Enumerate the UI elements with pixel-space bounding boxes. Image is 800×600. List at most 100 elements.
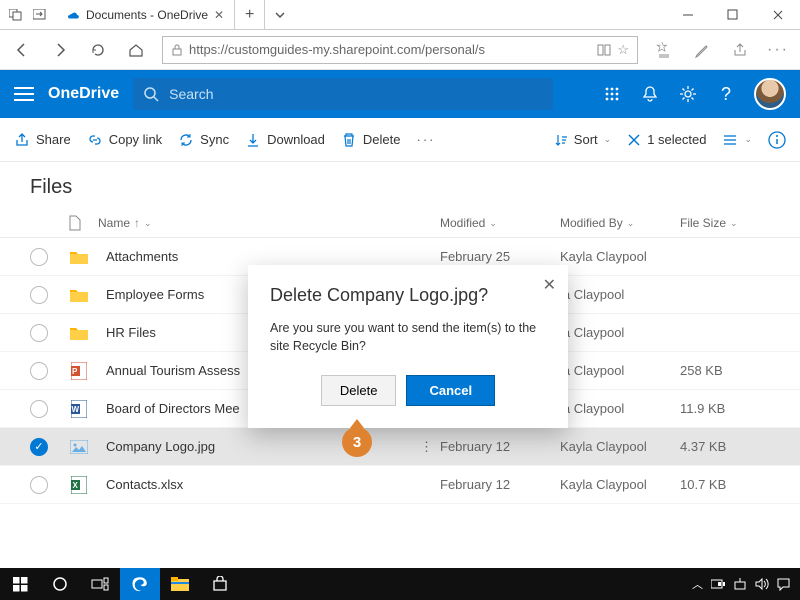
user-avatar[interactable] [754,78,786,110]
view-options-button[interactable]: ⌄ [722,133,752,147]
dialog-delete-button[interactable]: Delete [321,375,397,406]
row-select[interactable] [30,324,48,342]
file-modified: February 12 [440,477,560,492]
download-button[interactable]: Download [245,132,325,148]
command-bar: Share Copy link Sync Download Delete ···… [0,118,800,162]
favorites-icon[interactable] [652,38,676,62]
edge-taskbar-icon[interactable] [120,568,160,600]
excel-icon: X [68,476,90,494]
file-name[interactable]: Contacts.xlsx [106,477,420,492]
sort-button[interactable]: Sort ⌄ [554,132,611,147]
chevron-down-icon: ⌄ [744,134,752,145]
sync-button[interactable]: Sync [178,132,229,148]
breadcrumb[interactable]: Files [0,162,800,209]
tray-chevron-icon[interactable]: ︿ [692,576,703,592]
notes-icon[interactable] [690,38,714,62]
volume-icon[interactable] [755,578,769,590]
refresh-button[interactable] [86,38,110,62]
minimize-button[interactable] [665,0,710,29]
selected-count[interactable]: 1 selected [627,132,706,147]
delete-button[interactable]: Delete [341,132,401,148]
task-view-icon[interactable] [80,568,120,600]
svg-text:P: P [72,367,78,376]
windows-taskbar: ︿ [0,568,800,600]
clear-selection-icon [627,133,641,147]
row-select[interactable] [30,476,48,494]
cortana-icon[interactable] [40,568,80,600]
file-modified-by: la Claypool [560,287,680,302]
set-aside-icon[interactable] [30,5,50,25]
close-tab-icon[interactable]: ✕ [214,8,224,22]
search-box[interactable] [133,78,553,110]
file-size: 4.37 KB [680,439,770,454]
word-icon: W [68,400,90,418]
row-select[interactable]: ✓ [30,438,48,456]
home-button[interactable] [124,38,148,62]
lock-icon [171,44,183,56]
explorer-taskbar-icon[interactable] [160,568,200,600]
row-more-icon[interactable]: ⋮ [420,439,440,455]
overflow-button[interactable]: ··· [416,132,435,147]
store-taskbar-icon[interactable] [200,568,240,600]
dialog-title: Delete Company Logo.jpg? [270,285,546,306]
ppt-icon: P [68,362,90,380]
forward-button[interactable] [48,38,72,62]
file-name[interactable]: Company Logo.jpg [106,439,420,454]
system-tray[interactable]: ︿ [692,576,800,592]
notifications-icon[interactable] [640,84,660,104]
dialog-close-icon[interactable]: ✕ [543,275,556,295]
table-row[interactable]: XContacts.xlsxFebruary 12Kayla Claypool1… [0,466,800,504]
column-size[interactable]: File Size ⌄ [680,216,770,230]
share-page-icon[interactable] [728,38,752,62]
table-row[interactable]: ✓Company Logo.jpg⋮February 12Kayla Clayp… [0,428,800,466]
image-icon [68,440,90,454]
file-modified: February 12 [440,439,560,454]
maximize-button[interactable] [710,0,755,29]
tab-chevron-icon[interactable] [265,0,295,29]
row-select[interactable] [30,400,48,418]
help-icon[interactable]: ? [716,84,736,104]
more-icon[interactable]: ··· [766,38,790,62]
action-center-icon[interactable] [777,578,790,591]
column-modified[interactable]: Modified ⌄ [440,216,560,230]
start-button[interactable] [0,568,40,600]
url-input[interactable] [189,42,591,57]
chevron-down-icon: ⌄ [604,134,612,145]
svg-text:W: W [72,405,80,414]
browser-tab[interactable]: Documents - OneDrive ✕ [56,0,235,29]
row-select[interactable] [30,362,48,380]
onedrive-favicon-icon [66,8,80,22]
favorite-icon[interactable]: ☆ [617,42,629,58]
copy-link-button[interactable]: Copy link [87,132,162,148]
info-button[interactable] [768,131,786,149]
file-modified-by: la Claypool [560,401,680,416]
dialog-cancel-button[interactable]: Cancel [406,375,495,406]
close-window-button[interactable] [755,0,800,29]
settings-icon[interactable] [678,84,698,104]
file-size: 258 KB [680,363,770,378]
battery-icon[interactable] [711,578,725,590]
file-modified-by: Kayla Claypool [560,249,680,264]
folder-icon [68,326,90,340]
network-icon[interactable] [733,578,747,590]
column-modified-by[interactable]: Modified By ⌄ [560,216,680,230]
svg-text:X: X [73,481,79,490]
back-button[interactable] [10,38,34,62]
share-button[interactable]: Share [14,132,71,148]
address-bar[interactable]: ☆ [162,36,638,64]
onedrive-header: OneDrive ? [0,70,800,118]
reading-view-icon[interactable] [597,43,611,57]
row-select[interactable] [30,286,48,304]
tabs-icon[interactable] [6,5,26,25]
column-name[interactable]: Name ↑ ⌄ [98,216,440,230]
new-tab-button[interactable]: + [235,0,265,29]
waffle-icon[interactable] [602,84,622,104]
folder-icon [68,250,90,264]
row-select[interactable] [30,248,48,266]
search-input[interactable] [169,86,543,102]
list-header: Name ↑ ⌄ Modified ⌄ Modified By ⌄ File S… [0,209,800,238]
file-size: 11.9 KB [680,401,770,416]
brand-label[interactable]: OneDrive [48,85,119,103]
file-name[interactable]: Attachments [106,249,420,264]
app-launcher-icon[interactable] [14,87,34,101]
